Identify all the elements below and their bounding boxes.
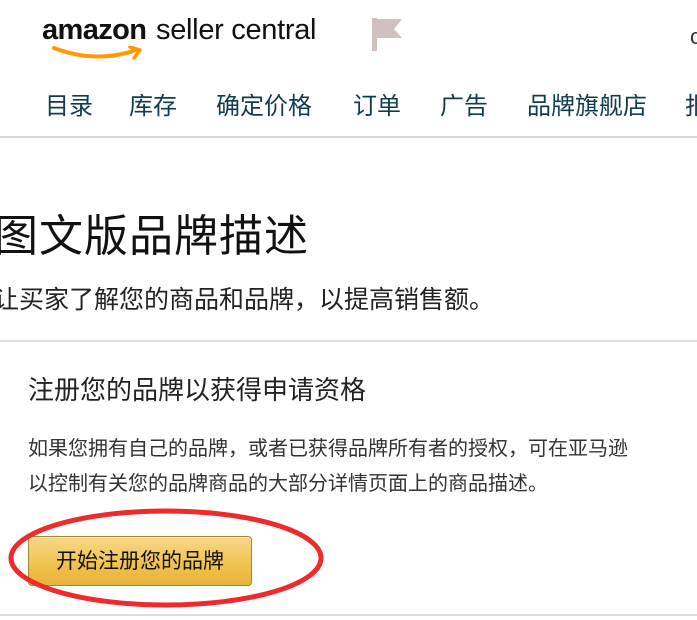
nav-item-catalog[interactable]: 目录 bbox=[45, 86, 93, 121]
card-divider bbox=[0, 340, 697, 342]
card-description-line-2: 以控制有关您的品牌商品的大部分详情页面上的商品描述。 bbox=[28, 471, 548, 495]
flag-icon[interactable] bbox=[370, 16, 404, 52]
card-title: 注册您的品牌以获得申请资格 bbox=[28, 376, 367, 406]
nav-item-stores[interactable]: 品牌旗舰店 bbox=[527, 86, 647, 121]
footer-divider bbox=[0, 614, 697, 616]
header-truncated-text: c bbox=[690, 24, 697, 49]
nav-item-reports[interactable]: 报 bbox=[685, 86, 697, 121]
page-subtitle: 让买家了解您的商品和品牌，以提高销售额。 bbox=[0, 285, 495, 314]
card-description-line-1: 如果您拥有自己的品牌，或者已获得品牌所有者的授权，可在亚马逊 bbox=[28, 436, 628, 460]
page-title: 图文版品牌描述 bbox=[0, 211, 309, 262]
amazon-seller-central-logo[interactable]: amazon seller central bbox=[42, 14, 332, 60]
nav-item-orders[interactable]: 订单 bbox=[353, 86, 401, 121]
start-brand-registration-button[interactable]: 开始注册您的品牌 bbox=[28, 536, 252, 586]
main-navigation: 目录 库存 确定价格 订单 广告 品牌旗舰店 报 bbox=[0, 86, 697, 122]
header-divider bbox=[0, 136, 697, 138]
nav-item-pricing[interactable]: 确定价格 bbox=[216, 86, 312, 121]
logo-brand-text: amazon bbox=[42, 14, 147, 46]
amazon-smile-icon bbox=[52, 46, 142, 60]
nav-item-inventory[interactable]: 库存 bbox=[129, 86, 177, 121]
nav-item-advertising[interactable]: 广告 bbox=[440, 86, 488, 121]
logo-suffix-text: seller central bbox=[156, 14, 317, 46]
